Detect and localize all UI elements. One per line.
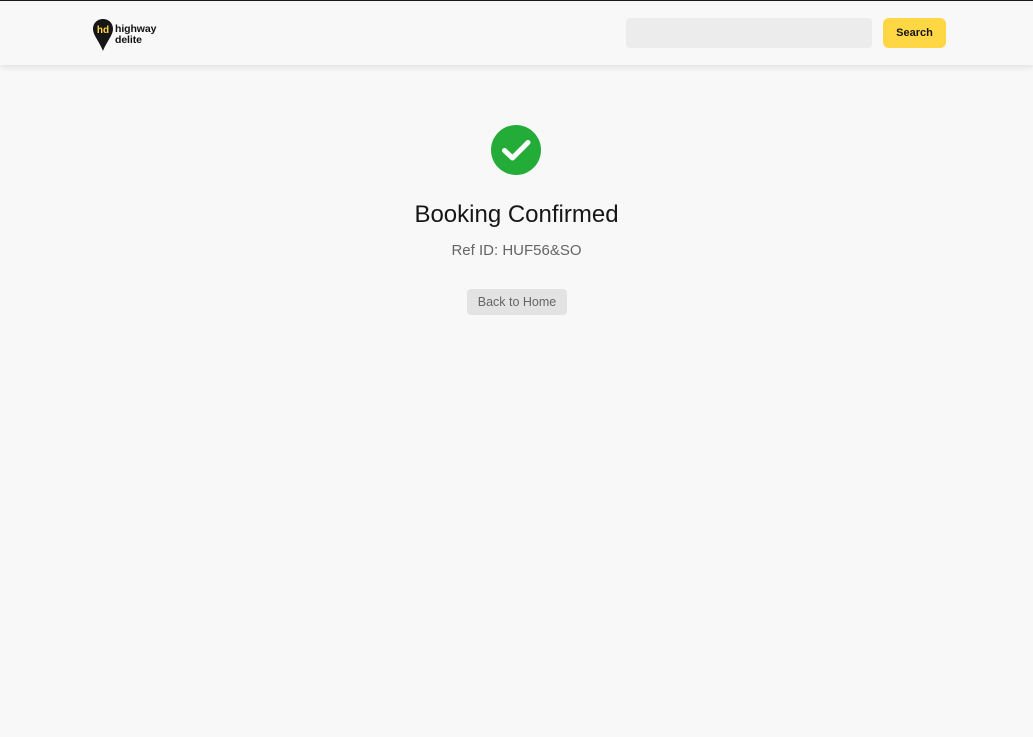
location-pin-logo-icon: hd xyxy=(93,19,113,51)
brand-logo[interactable]: hd highway delite xyxy=(92,17,156,53)
logo-monogram: hd xyxy=(97,25,109,36)
check-circle-icon xyxy=(490,124,542,176)
logo-text: highway delite xyxy=(115,24,156,46)
search-button[interactable]: Search xyxy=(883,18,946,48)
confirmation-section: Booking Confirmed Ref ID: HUF56&SO Back … xyxy=(0,65,1033,737)
confirmation-title: Booking Confirmed xyxy=(414,201,619,228)
top-navbar: hd highway delite Search xyxy=(0,0,1033,65)
search-input[interactable] xyxy=(626,18,872,48)
logo-text-line2: delite xyxy=(115,34,142,46)
back-to-home-button[interactable]: Back to Home xyxy=(467,289,567,315)
booking-ref-id: Ref ID: HUF56&SO xyxy=(451,242,582,259)
